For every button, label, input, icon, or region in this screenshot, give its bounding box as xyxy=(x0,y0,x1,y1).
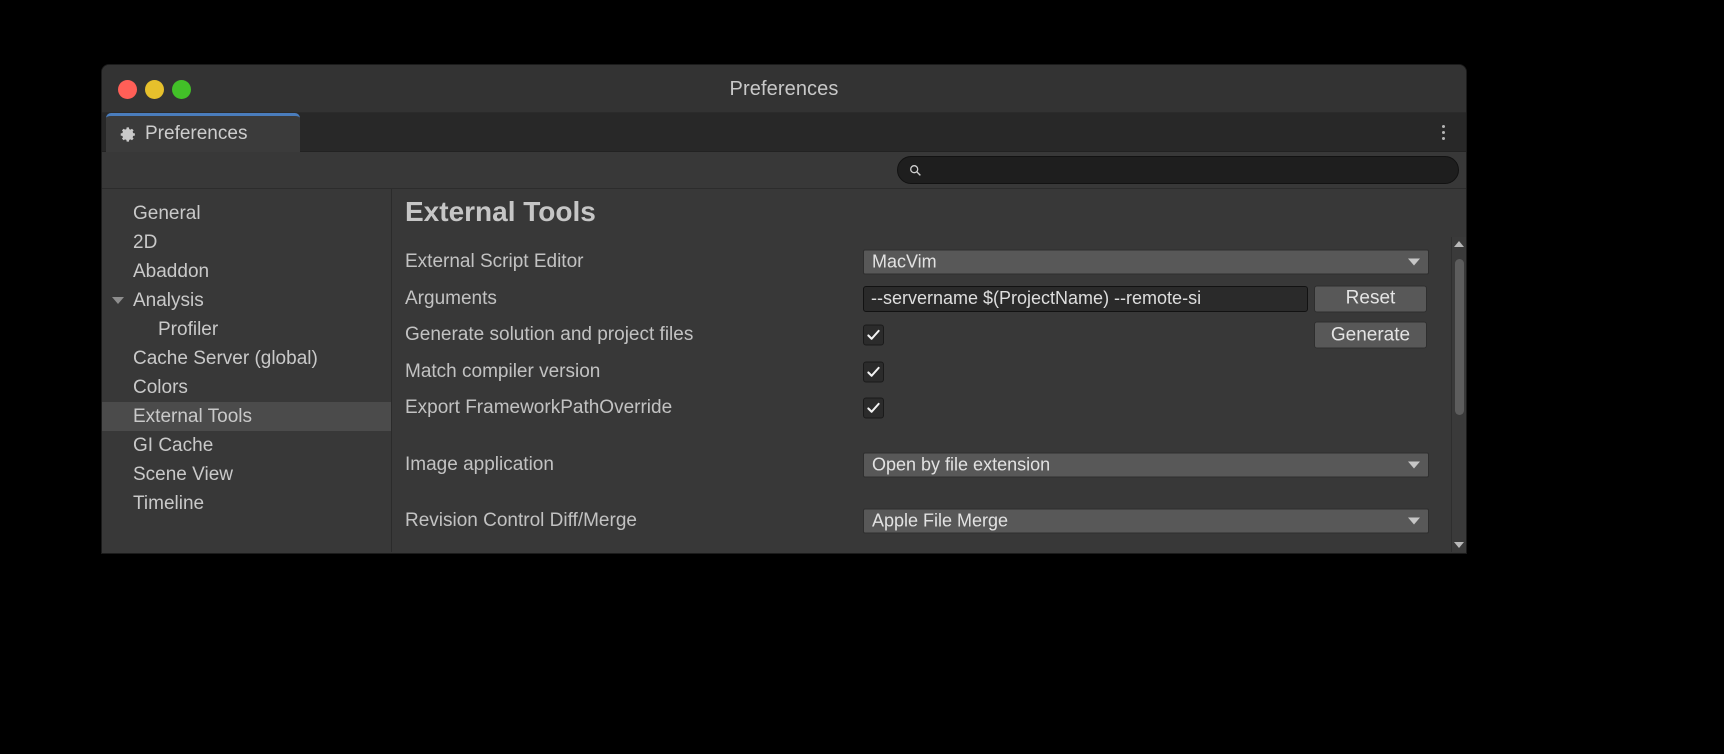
kebab-menu-icon[interactable] xyxy=(1434,122,1452,142)
sidebar-item-label: Colors xyxy=(133,376,188,398)
row-generate-solution: Generate solution and project files Gene… xyxy=(392,317,1466,354)
tab-preferences[interactable]: Preferences xyxy=(106,113,300,152)
preferences-window: Preferences Preferences General 2D Abadd… xyxy=(102,65,1466,553)
sidebar-item-label: External Tools xyxy=(133,405,252,427)
sidebar-item-label: Profiler xyxy=(158,318,219,340)
sidebar-item-general[interactable]: General xyxy=(102,199,391,228)
chevron-down-icon xyxy=(1408,258,1420,266)
reset-button[interactable]: Reset xyxy=(1314,285,1427,313)
match-compiler-version-checkbox[interactable] xyxy=(863,361,884,383)
search-row xyxy=(102,152,1466,189)
tab-bar: Preferences xyxy=(102,113,1466,152)
generate-solution-checkbox[interactable] xyxy=(863,324,884,346)
row-label: Image application xyxy=(405,453,554,475)
chevron-up-icon xyxy=(1454,241,1464,247)
vertical-scrollbar[interactable] xyxy=(1451,237,1466,552)
row-export-framework-path-override: Export FrameworkPathOverride xyxy=(392,390,1466,427)
arguments-value: --servername $(ProjectName) --remote-si xyxy=(863,285,1308,312)
scrollbar-track[interactable] xyxy=(1452,251,1466,538)
image-application-dropdown[interactable]: Open by file extension xyxy=(863,452,1429,478)
sidebar-item-gi-cache[interactable]: GI Cache xyxy=(102,431,391,460)
scroll-up-button[interactable] xyxy=(1452,237,1466,251)
check-icon xyxy=(867,403,880,414)
screen: Preferences Preferences General 2D Abadd… xyxy=(0,0,1724,754)
export-framework-path-override-checkbox[interactable] xyxy=(863,397,884,419)
row-label: Generate solution and project files xyxy=(405,324,694,346)
sidebar-item-scene-view[interactable]: Scene View xyxy=(102,460,391,489)
dropdown-value: Apple File Merge xyxy=(872,510,1009,531)
tab-label: Preferences xyxy=(145,123,248,144)
chevron-down-icon xyxy=(1408,517,1420,525)
page-title: External Tools xyxy=(405,196,596,227)
sidebar-item-colors[interactable]: Colors xyxy=(102,373,391,402)
sidebar-item-label: Timeline xyxy=(133,492,205,514)
search-box[interactable] xyxy=(897,156,1459,184)
check-icon xyxy=(867,366,880,377)
sidebar-item-label: Analysis xyxy=(133,289,204,311)
row-revision-control-diff-merge: Revision Control Diff/Merge Apple File M… xyxy=(392,503,1466,540)
row-external-script-editor: External Script Editor MacVim xyxy=(392,244,1466,281)
row-label: Arguments xyxy=(405,287,497,309)
arguments-input[interactable]: --servername $(ProjectName) --remote-si xyxy=(863,285,1308,312)
sidebar-item-abaddon[interactable]: Abaddon xyxy=(102,257,391,286)
settings-sidebar: General 2D Abaddon Analysis Profiler Cac… xyxy=(102,189,392,552)
sidebar-item-label: Abaddon xyxy=(133,260,210,282)
sidebar-item-label: GI Cache xyxy=(133,434,214,456)
row-arguments: Arguments --servername $(ProjectName) --… xyxy=(392,281,1466,318)
window-titlebar: Preferences xyxy=(102,65,1466,113)
row-label: External Script Editor xyxy=(405,251,584,273)
row-match-compiler-version: Match compiler version xyxy=(392,354,1466,391)
gear-icon xyxy=(120,126,137,143)
sidebar-item-2d[interactable]: 2D xyxy=(102,228,391,257)
row-label: Revision Control Diff/Merge xyxy=(405,510,637,532)
window-body: General 2D Abaddon Analysis Profiler Cac… xyxy=(102,189,1466,552)
row-label: Match compiler version xyxy=(405,360,601,382)
scroll-down-button[interactable] xyxy=(1452,538,1466,552)
sidebar-item-profiler[interactable]: Profiler xyxy=(102,315,391,344)
row-spacer xyxy=(392,427,1466,447)
row-spacer xyxy=(392,483,1466,503)
revision-control-diff-merge-dropdown[interactable]: Apple File Merge xyxy=(863,508,1429,534)
check-icon xyxy=(867,330,880,341)
sidebar-item-external-tools[interactable]: External Tools xyxy=(102,402,391,431)
sidebar-item-timeline[interactable]: Timeline xyxy=(102,489,391,518)
settings-panel: External Tools External Script Editor Ma… xyxy=(392,189,1466,552)
external-script-editor-dropdown[interactable]: MacVim xyxy=(863,249,1429,275)
chevron-down-icon xyxy=(1454,542,1464,548)
row-image-application: Image application Open by file extension xyxy=(392,447,1466,484)
search-input[interactable] xyxy=(922,162,1458,178)
row-label: Export FrameworkPathOverride xyxy=(405,397,673,419)
sidebar-item-cache-server[interactable]: Cache Server (global) xyxy=(102,344,391,373)
chevron-down-icon[interactable] xyxy=(112,297,124,304)
scrollbar-thumb[interactable] xyxy=(1455,259,1464,415)
window-title: Preferences xyxy=(729,78,839,100)
generate-button[interactable]: Generate xyxy=(1314,321,1427,349)
dropdown-value: Open by file extension xyxy=(872,454,1051,475)
chevron-down-icon xyxy=(1408,461,1420,469)
search-icon xyxy=(909,164,922,177)
sidebar-item-analysis[interactable]: Analysis xyxy=(102,286,391,315)
sidebar-item-label: Cache Server (global) xyxy=(133,347,318,369)
sidebar-item-label: 2D xyxy=(133,231,158,253)
sidebar-item-label: Scene View xyxy=(133,463,233,485)
settings-rows: External Script Editor MacVim Arguments xyxy=(392,244,1466,540)
dropdown-value: MacVim xyxy=(872,251,937,272)
sidebar-item-label: General xyxy=(133,202,201,224)
